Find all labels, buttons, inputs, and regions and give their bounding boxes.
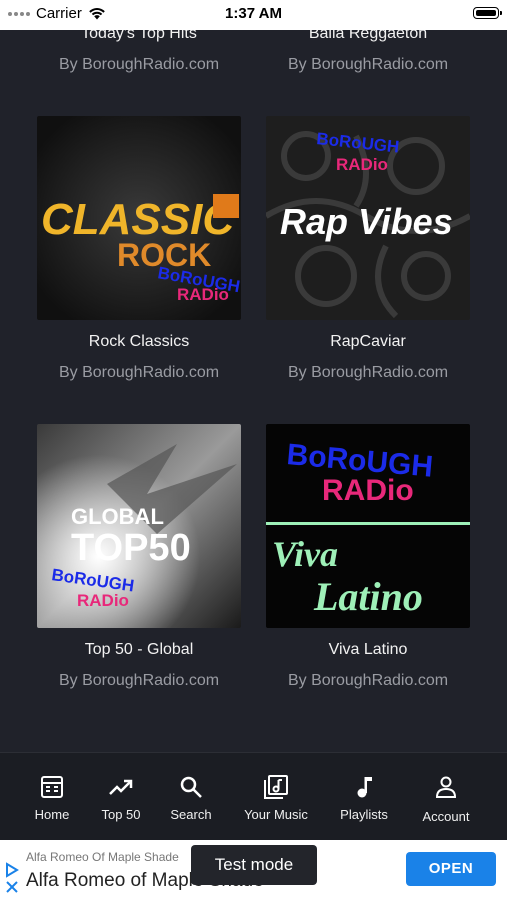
- person-icon: [435, 776, 457, 798]
- ad-open-button[interactable]: OPEN: [406, 852, 496, 886]
- playlist-subtitle: By BoroughRadio.com: [58, 672, 220, 689]
- playlist-subtitle: By BoroughRadio.com: [58, 56, 220, 73]
- cover-text-line1: Viva: [272, 534, 338, 574]
- playlist-subtitle: By BoroughRadio.com: [287, 56, 449, 73]
- status-bar: Carrier 1:37 AM: [0, 0, 507, 30]
- tab-label: Your Music: [244, 807, 308, 822]
- music-note-icon: [357, 777, 372, 798]
- tab-your-music[interactable]: Your Music: [238, 773, 314, 822]
- playlist-card-todays-top-hits[interactable]: Today's Top Hits By BoroughRadio.com: [34, 30, 244, 75]
- playlist-title: Today's Top Hits: [81, 30, 197, 42]
- battery-icon: [473, 7, 502, 19]
- tab-label: Search: [170, 807, 212, 822]
- playlist-title: RapCaviar: [330, 333, 406, 350]
- cover-text-line1: GLOBAL: [71, 504, 164, 529]
- tab-account[interactable]: Account: [416, 773, 476, 824]
- home-icon: [41, 776, 63, 798]
- playlist-subtitle: By BoroughRadio.com: [287, 672, 449, 689]
- playlist-card-rapcaviar[interactable]: RapCaviar By BoroughRadio.com: [263, 332, 473, 383]
- cover-text-line2: Latino: [313, 574, 423, 619]
- library-icon: [264, 775, 288, 799]
- tab-home[interactable]: Home: [26, 773, 78, 822]
- playlist-subtitle: By BoroughRadio.com: [287, 364, 449, 381]
- playlist-card-top-50-global[interactable]: Top 50 - Global By BoroughRadio.com: [34, 640, 244, 691]
- playlist-card-viva-latino[interactable]: Viva Latino By BoroughRadio.com: [263, 640, 473, 691]
- cover-brand-line2: RADio: [322, 474, 414, 507]
- playlist-cover-rapcaviar[interactable]: BoRoUGH RADio Rap Vibes: [266, 116, 470, 320]
- search-icon: [180, 776, 202, 798]
- cover-brand-line2: RADio: [336, 155, 388, 174]
- bottom-tab-bar: Home Top 50 Search Your Music Playlists …: [0, 752, 507, 841]
- cover-text: Rap Vibes: [280, 201, 453, 242]
- playlist-cover-rock-classics[interactable]: CLASSIC ROCK BoRoUGH RADio: [37, 116, 241, 320]
- playlist-grid: Today's Top Hits By BoroughRadio.com Bai…: [0, 30, 507, 752]
- tab-label: Account: [422, 809, 470, 824]
- tab-label: Playlists: [340, 807, 388, 822]
- status-time: 1:37 AM: [225, 5, 282, 22]
- cover-text-line2: TOP50: [71, 527, 191, 569]
- playlist-title: Viva Latino: [328, 641, 408, 658]
- playlist-cover-viva-latino[interactable]: BoRoUGH RADio Viva Latino: [266, 424, 470, 628]
- tab-label: Home: [34, 807, 70, 822]
- cover-brand-line2: RADio: [177, 285, 229, 304]
- playlist-title: Baila Reggaeton: [308, 30, 428, 42]
- playlist-card-baila-reggaeton[interactable]: Baila Reggaeton By BoroughRadio.com: [263, 30, 473, 75]
- playlist-subtitle: By BoroughRadio.com: [58, 364, 220, 381]
- playlist-title: Top 50 - Global: [84, 641, 194, 658]
- playlist-card-rock-classics[interactable]: Rock Classics By BoroughRadio.com: [34, 332, 244, 383]
- cover-brand-line2: RADio: [77, 591, 129, 610]
- tab-label: Top 50: [101, 807, 141, 822]
- tab-top-50[interactable]: Top 50: [94, 773, 148, 822]
- playlist-title: Rock Classics: [88, 333, 190, 350]
- ad-advertiser: Alfa Romeo Of Maple Shade: [26, 850, 179, 864]
- test-mode-badge: Test mode: [191, 845, 317, 885]
- ad-choices-icon[interactable]: [4, 860, 20, 896]
- playlist-cover-top-50-global[interactable]: GLOBAL TOP50 BoRoUGH RADio: [37, 424, 241, 628]
- trending-icon: [109, 779, 133, 795]
- tab-playlists[interactable]: Playlists: [334, 773, 394, 822]
- tab-search[interactable]: Search: [165, 773, 217, 822]
